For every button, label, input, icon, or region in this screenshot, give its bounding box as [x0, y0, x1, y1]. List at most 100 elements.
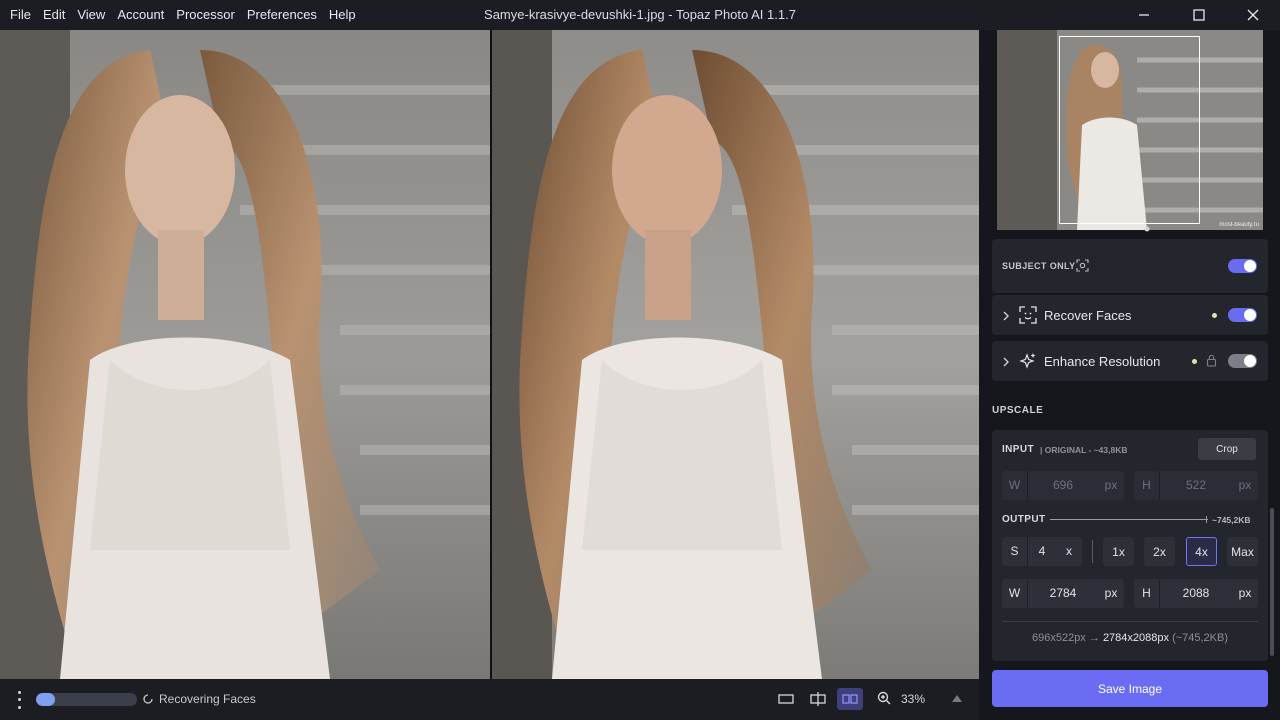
split-view-button[interactable]: [805, 688, 831, 710]
input-height-unit: px: [1238, 478, 1252, 492]
summary-size: (~745,2KB): [1172, 632, 1229, 644]
split-view-icon: [810, 692, 826, 706]
maximize-icon: [1193, 9, 1205, 21]
chevron-right-icon: [1003, 311, 1009, 321]
face-recovery-icon: [1019, 306, 1037, 324]
menu-bar: File Edit View Account Processor Prefere…: [4, 0, 362, 30]
subject-only-toggle[interactable]: [1228, 259, 1257, 273]
input-label: INPUT: [1002, 444, 1034, 455]
original-image-pane[interactable]: [0, 30, 490, 679]
recover-faces-title: Recover Faces: [1044, 308, 1132, 323]
close-icon: [1247, 9, 1259, 21]
minimize-button[interactable]: [1117, 0, 1171, 30]
scale-1x-button[interactable]: 1x: [1103, 537, 1134, 566]
enhance-resolution-title: Enhance Resolution: [1044, 354, 1161, 369]
scale-4x-button[interactable]: 4x: [1186, 537, 1217, 566]
app-window: File Edit View Account Processor Prefere…: [0, 0, 1280, 720]
summary-divider: [1002, 621, 1258, 622]
output-width-value: 2784: [1049, 586, 1077, 600]
menu-account[interactable]: Account: [111, 0, 170, 30]
kebab-dot: [17, 705, 21, 709]
scale-field[interactable]: S 4 x: [1002, 537, 1082, 566]
navigator-watermark: most-beauty.ru: [1219, 222, 1259, 228]
output-width-field[interactable]: W 2784 px: [1002, 579, 1124, 608]
menu-file[interactable]: File: [4, 0, 37, 30]
input-height-label: H: [1134, 471, 1160, 500]
original-photo: [0, 30, 490, 679]
output-width-unit: px: [1104, 586, 1118, 600]
scale-separator: [1092, 540, 1093, 563]
input-height-field[interactable]: H 522 px: [1134, 471, 1258, 500]
input-height-value: 522: [1185, 478, 1207, 492]
kebab-dot: [17, 691, 21, 695]
processed-image-pane[interactable]: [492, 30, 979, 679]
input-width-unit: px: [1104, 478, 1118, 492]
zoom-in-icon: [877, 691, 891, 705]
spinner-icon: [143, 694, 153, 704]
single-view-button[interactable]: [773, 688, 799, 710]
expand-enhance-resolution[interactable]: [1002, 355, 1010, 373]
crop-button[interactable]: Crop: [1198, 438, 1256, 460]
subject-only-label: SUBJECT ONLY: [1002, 261, 1076, 271]
zoom-button[interactable]: [877, 691, 891, 710]
side-by-side-view-button[interactable]: [837, 688, 863, 710]
processed-photo: [492, 30, 979, 679]
processing-progress-bar: [36, 693, 137, 706]
maximize-button[interactable]: [1172, 0, 1226, 30]
menu-edit[interactable]: Edit: [37, 0, 71, 30]
sparkle-icon: [1019, 353, 1036, 369]
output-height-field[interactable]: H 2088 px: [1134, 579, 1258, 608]
zoom-level[interactable]: 33%: [901, 692, 925, 706]
enhance-resolution-toggle[interactable]: [1228, 354, 1257, 368]
scale-max-button[interactable]: Max: [1227, 537, 1258, 566]
more-options-button[interactable]: [10, 689, 28, 711]
menu-preferences[interactable]: Preferences: [241, 0, 323, 30]
expand-recover-faces[interactable]: [1002, 309, 1010, 327]
close-button[interactable]: [1226, 0, 1280, 30]
scale-unit: x: [1066, 544, 1072, 558]
input-width-field[interactable]: W 696 px: [1002, 471, 1124, 500]
navigator-thumbnail[interactable]: most-beauty.ru: [997, 30, 1263, 230]
save-image-button[interactable]: Save Image: [992, 670, 1268, 707]
zoom-dropdown-caret-icon[interactable]: [952, 695, 962, 702]
input-width-label: W: [1002, 471, 1028, 500]
menu-help[interactable]: Help: [323, 0, 362, 30]
scale-value: 4: [1038, 544, 1046, 558]
subject-select-icon: [1076, 259, 1089, 272]
output-label: OUTPUT: [1002, 514, 1046, 525]
summary-from: 696x522px →: [1031, 632, 1100, 644]
kebab-dot: [17, 698, 21, 702]
chevron-right-icon: [1003, 357, 1009, 367]
menu-view[interactable]: View: [71, 0, 111, 30]
upscale-summary: 696x522px → 2784x2088px (~745,2KB): [1002, 632, 1258, 644]
recover-faces-status-dot: [1212, 313, 1217, 318]
output-size: ~745,2KB: [1212, 515, 1251, 525]
enhance-resolution-card[interactable]: Enhance Resolution: [992, 341, 1268, 381]
single-view-icon: [778, 694, 794, 704]
recover-faces-toggle[interactable]: [1228, 308, 1257, 322]
subject-only-card: SUBJECT ONLY: [992, 239, 1268, 293]
scale-label: S: [1002, 537, 1028, 566]
output-width-label: W: [1002, 579, 1028, 608]
summary-to: 2784x2088px: [1102, 632, 1169, 644]
progress-fill: [36, 693, 56, 706]
output-height-label: H: [1134, 579, 1160, 608]
input-meta: | ORIGINAL - ~43,8KB: [1040, 445, 1128, 455]
scale-2x-button[interactable]: 2x: [1144, 537, 1175, 566]
upscale-section-title: UPSCALE: [992, 405, 1044, 416]
minimize-icon: [1139, 14, 1149, 16]
output-size-line-end: [1206, 516, 1207, 523]
navigator-viewport-box[interactable]: [1059, 36, 1200, 224]
bottom-bar: Recovering Faces 33%: [0, 679, 979, 720]
sidebar-scrollbar[interactable]: [1270, 508, 1274, 656]
menu-processor[interactable]: Processor: [170, 0, 241, 30]
recover-faces-card[interactable]: Recover Faces: [992, 295, 1268, 335]
output-height-value: 2088: [1182, 586, 1210, 600]
enhance-resolution-status-dot: [1192, 359, 1197, 364]
navigator-scroll-dot: [1144, 226, 1150, 232]
input-width-value: 696: [1052, 478, 1074, 492]
lock-icon[interactable]: [1206, 354, 1217, 367]
image-viewer[interactable]: [0, 30, 979, 679]
side-by-side-icon: [842, 694, 858, 704]
title-bar: File Edit View Account Processor Prefere…: [0, 0, 1280, 30]
